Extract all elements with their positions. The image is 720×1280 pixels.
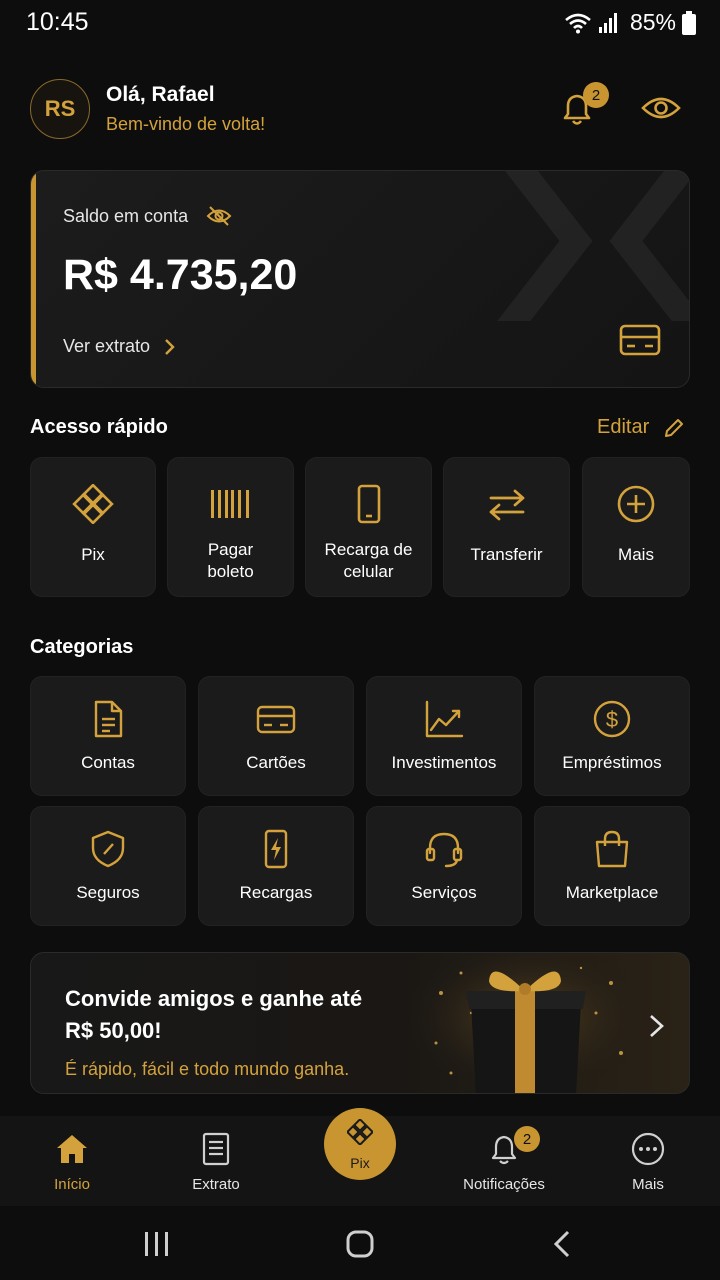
quick-access-title: Acesso rápido	[30, 416, 168, 438]
category-marketplace[interactable]: Marketplace	[534, 806, 690, 926]
quick-access-label: Pix	[81, 545, 105, 564]
eye-off-icon[interactable]	[206, 204, 232, 228]
pix-icon	[347, 1119, 373, 1145]
referral-subtitle: É rápido, fácil e todo mundo ganha.	[65, 1059, 350, 1079]
edit-quick-access-button[interactable]: Editar	[597, 416, 685, 439]
home-button-icon[interactable]	[340, 1228, 380, 1260]
quick-access-label: Pagar boleto	[207, 540, 254, 581]
balance-amount: R$ 4.735,20	[63, 251, 298, 299]
nav-statement[interactable]: Extrato	[156, 1116, 276, 1206]
battery-icon	[682, 10, 696, 35]
category-label: Cartões	[246, 753, 306, 772]
category-loans[interactable]: $ Empréstimos	[534, 676, 690, 796]
category-services[interactable]: Serviços	[366, 806, 522, 926]
phone-icon	[357, 484, 380, 524]
categories-title: Categorias	[30, 636, 134, 658]
nav-notification-badge: 2	[514, 1126, 540, 1152]
plus-circle-icon	[617, 485, 655, 523]
notification-badge: 2	[583, 82, 609, 108]
status-icons: 85%	[564, 9, 696, 36]
card-icon[interactable]	[619, 323, 661, 357]
more-icon	[631, 1132, 665, 1166]
category-label: Marketplace	[565, 883, 659, 902]
chevron-right-icon	[650, 1015, 664, 1037]
gift-icon	[411, 953, 641, 1093]
nav-notifications[interactable]: Notificações	[444, 1116, 564, 1206]
shield-icon	[91, 830, 125, 868]
nav-pix-button[interactable]: Pix	[324, 1108, 396, 1180]
nav-label: Mais	[632, 1176, 664, 1193]
pix-icon	[72, 484, 114, 524]
category-label: Investimentos	[391, 753, 497, 772]
category-cards[interactable]: Cartões	[198, 676, 354, 796]
pencil-icon	[665, 418, 684, 437]
svg-text:$: $	[606, 707, 618, 732]
signal-icon	[598, 12, 617, 33]
category-label: Seguros	[76, 883, 140, 902]
quick-access-transfer[interactable]: Transferir	[443, 457, 570, 597]
category-label: Serviços	[411, 883, 477, 902]
chart-icon	[425, 700, 464, 738]
nav-label: Notificações	[463, 1176, 545, 1193]
statement-icon	[202, 1132, 230, 1166]
transfer-icon	[489, 489, 524, 521]
quick-access-phone-topup[interactable]: Recarga de celular	[305, 457, 432, 597]
category-insurance[interactable]: Seguros	[30, 806, 186, 926]
nav-label: Extrato	[192, 1176, 240, 1193]
category-label: Empréstimos	[562, 753, 662, 772]
category-label: Recargas	[239, 883, 313, 902]
referral-title: Convide amigos e ganhe até R$ 50,00!	[65, 986, 363, 1043]
quick-access-label: Mais	[618, 545, 654, 564]
view-statement-link[interactable]: Ver extrato	[63, 336, 176, 357]
nav-label: Pix	[350, 1155, 370, 1171]
toggle-visibility-button[interactable]	[640, 90, 682, 126]
quick-access-pix[interactable]: Pix	[30, 457, 156, 597]
document-icon	[94, 700, 123, 738]
referral-banner[interactable]: Convide amigos e ganhe até R$ 50,00! É r…	[30, 952, 690, 1094]
back-icon[interactable]	[543, 1228, 583, 1260]
nav-home[interactable]: Início	[12, 1116, 132, 1206]
brand-watermark-icon	[497, 171, 689, 321]
edit-label: Editar	[597, 416, 650, 438]
nav-more[interactable]: Mais	[588, 1116, 708, 1206]
wifi-icon	[565, 13, 591, 33]
headset-icon	[425, 832, 463, 868]
chevron-right-icon	[165, 338, 175, 355]
status-time: 10:45	[26, 8, 89, 36]
home-icon	[57, 1135, 87, 1163]
bag-icon	[595, 830, 629, 868]
welcome-message: Bem-vindo de volta!	[106, 114, 266, 134]
phone-bolt-icon	[264, 829, 288, 869]
barcode-icon	[210, 490, 249, 518]
quick-access-label: Transferir	[470, 545, 543, 564]
dollar-icon: $	[593, 700, 631, 738]
card-icon	[256, 705, 296, 734]
view-statement-label: Ver extrato	[63, 336, 151, 356]
recent-apps-icon[interactable]	[137, 1228, 177, 1260]
quick-access-more[interactable]: Mais	[582, 457, 690, 597]
category-accounts[interactable]: Contas	[30, 676, 186, 796]
eye-icon	[641, 97, 681, 119]
greeting: Olá, Rafael	[106, 83, 215, 106]
status-bar: 10:45 85%	[0, 0, 720, 48]
battery-percent: 85%	[629, 9, 676, 35]
system-navigation	[0, 1206, 720, 1280]
category-investments[interactable]: Investimentos	[366, 676, 522, 796]
quick-access-label: Recarga de celular	[324, 540, 413, 581]
quick-access-pay-bill[interactable]: Pagar boleto	[167, 457, 294, 597]
balance-label: Saldo em conta	[63, 206, 189, 226]
category-label: Contas	[81, 753, 135, 772]
category-topups[interactable]: Recargas	[198, 806, 354, 926]
nav-label: Início	[54, 1176, 90, 1193]
avatar[interactable]: RS	[30, 79, 90, 139]
balance-card: Saldo em conta R$ 4.735,20 Ver extrato	[30, 170, 690, 388]
